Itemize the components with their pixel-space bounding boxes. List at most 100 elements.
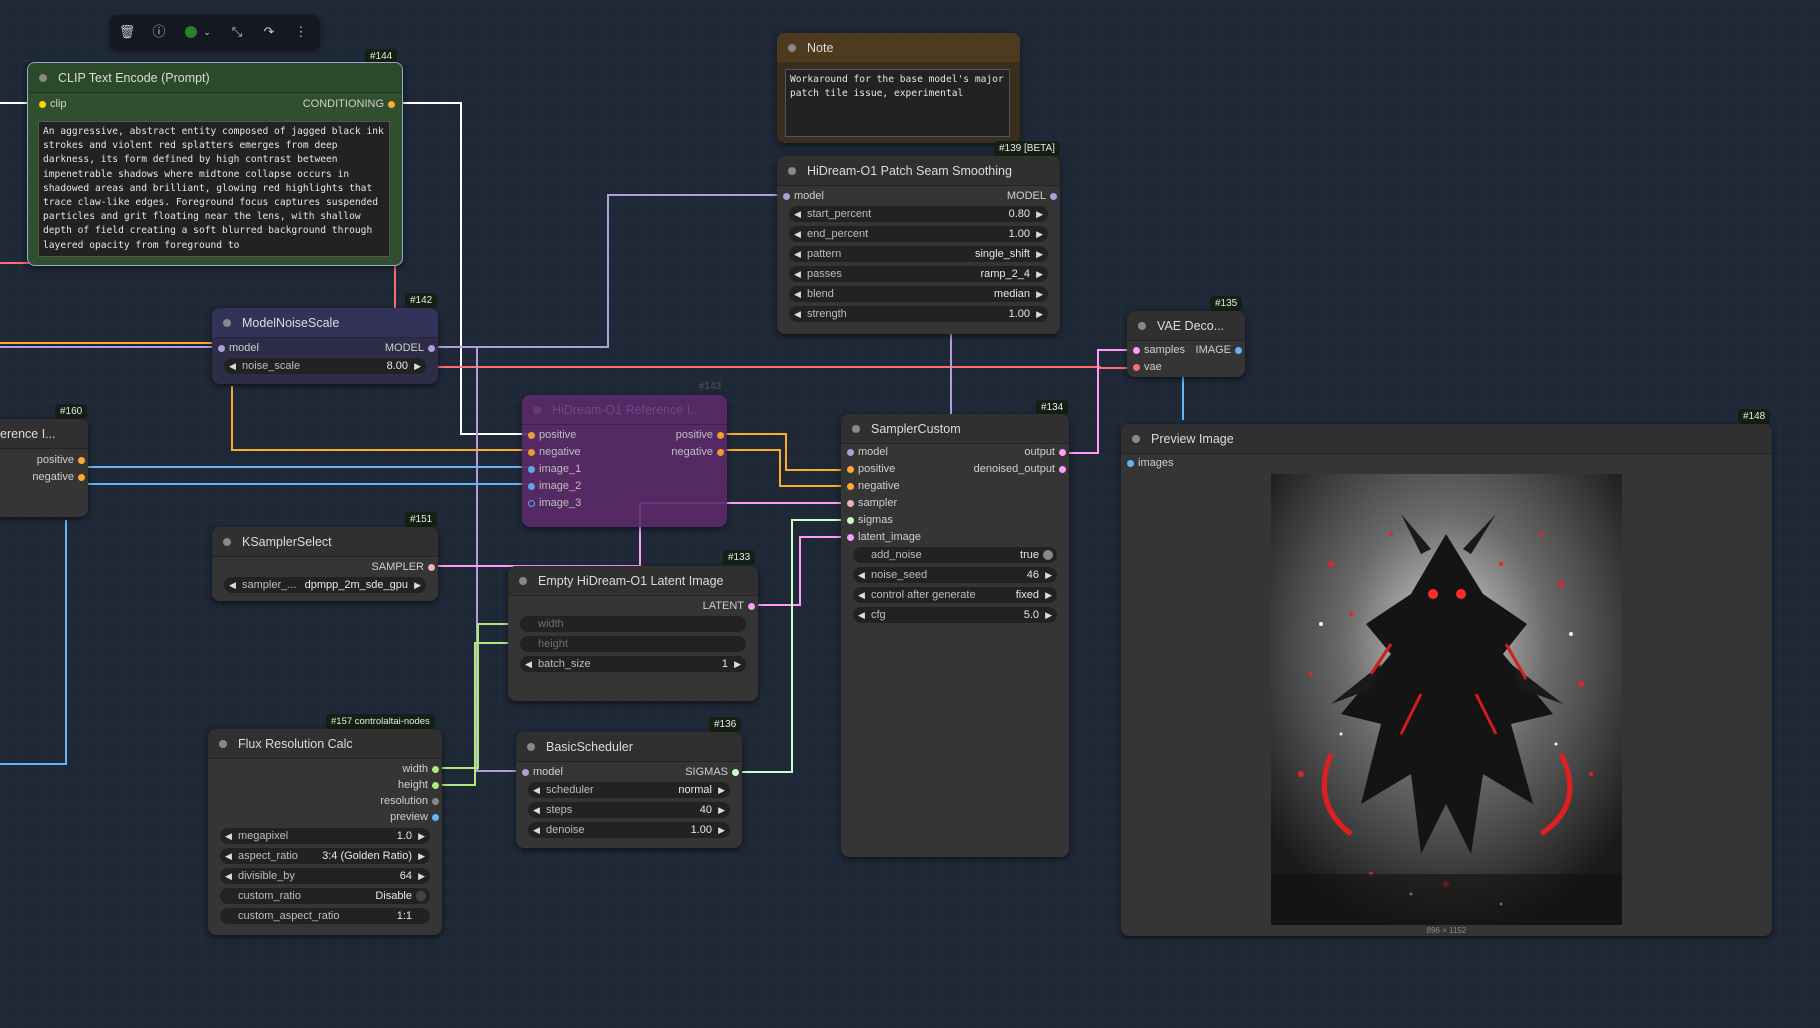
node-clip-text-encode[interactable]: CLIP Text Encode (Prompt) clip CONDITION…: [27, 62, 403, 266]
node-title[interactable]: HiDream-O1 Reference I...: [522, 395, 727, 425]
slot-dot-icon[interactable]: [432, 798, 439, 805]
slot-dot-icon[interactable]: [428, 564, 435, 571]
slot-dot-icon[interactable]: [783, 193, 790, 200]
node-model-noise-scale[interactable]: ModelNoiseScale model MODEL ◀ noise_scale…: [212, 308, 438, 384]
slot-dot-icon[interactable]: [1059, 449, 1066, 456]
output-negative[interactable]: negative: [32, 469, 88, 485]
widget-custom-ratio[interactable]: custom_ratio Disable: [220, 888, 430, 904]
arrow-right-icon[interactable]: ▶: [1045, 587, 1052, 603]
output-sigmas[interactable]: SIGMAS: [685, 764, 742, 780]
widget-strength[interactable]: ◀ strength 1.00 ▶: [789, 306, 1048, 322]
toggle-knob-icon[interactable]: [1043, 550, 1053, 560]
widget-megapixel[interactable]: ◀ megapixel 1.0 ▶: [220, 828, 430, 844]
node-title[interactable]: Note: [777, 33, 1020, 63]
collapse-dot-icon[interactable]: [527, 743, 535, 751]
slot-dot-icon[interactable]: [1133, 347, 1140, 354]
output-width[interactable]: width: [402, 761, 442, 777]
arrow-left-icon[interactable]: ◀: [794, 206, 801, 222]
node-preview-image[interactable]: Preview Image images 896 × 1152: [1121, 424, 1772, 936]
output-conditioning[interactable]: CONDITIONING: [303, 96, 398, 112]
arrow-right-icon[interactable]: ▶: [1036, 226, 1043, 242]
input-sigmas[interactable]: sigmas: [844, 512, 893, 528]
output-image[interactable]: IMAGE: [1196, 342, 1245, 358]
arrow-right-icon[interactable]: ▶: [718, 822, 725, 838]
output-denoised[interactable]: denoised_output: [974, 461, 1069, 477]
slot-dot-icon[interactable]: [847, 449, 854, 456]
slot-dot-icon[interactable]: [39, 101, 46, 108]
arrow-right-icon[interactable]: ▶: [414, 358, 421, 374]
preview-image[interactable]: [1271, 474, 1622, 925]
collapse-dot-icon[interactable]: [533, 406, 541, 414]
slot-dot-icon[interactable]: [847, 534, 854, 541]
slot-dot-icon[interactable]: [1235, 347, 1242, 354]
slot-dot-icon[interactable]: [717, 449, 724, 456]
slot-dot-icon[interactable]: [1127, 460, 1134, 467]
output-positive[interactable]: positive: [676, 427, 727, 443]
node-title[interactable]: SamplerCustom: [841, 414, 1069, 444]
input-positive[interactable]: positive: [844, 461, 895, 477]
slot-dot-icon[interactable]: [717, 432, 724, 439]
input-sampler[interactable]: sampler: [844, 495, 897, 511]
collapse-dot-icon[interactable]: [223, 538, 231, 546]
widget-control-after-generate[interactable]: ◀ control after generate fixed ▶: [853, 587, 1057, 603]
redo-icon[interactable]: ↷: [260, 23, 278, 41]
node-basic-scheduler[interactable]: BasicScheduler model SIGMAS ◀ scheduler no…: [516, 732, 742, 848]
output-preview[interactable]: preview: [390, 809, 442, 825]
arrow-right-icon[interactable]: ▶: [718, 782, 725, 798]
arrow-right-icon[interactable]: ▶: [1036, 286, 1043, 302]
slot-dot-icon[interactable]: [528, 432, 535, 439]
node-flux-resolution-calc[interactable]: Flux Resolution Calc width height resolu…: [208, 729, 442, 935]
node-title[interactable]: KSamplerSelect: [212, 527, 438, 557]
input-model[interactable]: model: [519, 764, 563, 780]
output-model[interactable]: MODEL: [385, 340, 438, 356]
arrow-left-icon[interactable]: ◀: [225, 868, 232, 884]
widget-divisible-by[interactable]: ◀ divisible_by 64 ▶: [220, 868, 430, 884]
collapse-dot-icon[interactable]: [1138, 322, 1146, 330]
collapse-dot-icon[interactable]: [219, 740, 227, 748]
output-sampler[interactable]: SAMPLER: [371, 559, 438, 575]
arrow-left-icon[interactable]: ◀: [229, 358, 236, 374]
output-negative[interactable]: negative: [671, 444, 727, 460]
slot-dot-icon[interactable]: [78, 474, 85, 481]
slot-dot-icon[interactable]: [732, 769, 739, 776]
slot-dot-icon[interactable]: [528, 466, 535, 473]
collapse-dot-icon[interactable]: [852, 425, 860, 433]
output-height[interactable]: height: [398, 777, 442, 793]
input-image-2[interactable]: image_2: [525, 478, 581, 494]
widget-blend[interactable]: ◀ blend median ▶: [789, 286, 1048, 302]
input-model[interactable]: model: [844, 444, 888, 460]
slot-dot-icon[interactable]: [847, 483, 854, 490]
slot-dot-icon[interactable]: [432, 814, 439, 821]
slot-dot-icon[interactable]: [847, 517, 854, 524]
note-textarea[interactable]: Workaround for the base model's major pa…: [785, 69, 1010, 137]
output-resolution[interactable]: resolution: [380, 793, 442, 809]
arrow-right-icon[interactable]: ▶: [418, 848, 425, 864]
node-empty-latent-image[interactable]: Empty HiDream-O1 Latent Image LATENT wid…: [508, 566, 758, 701]
input-negative[interactable]: negative: [844, 478, 900, 494]
slot-dot-icon[interactable]: [847, 500, 854, 507]
arrow-left-icon[interactable]: ◀: [525, 656, 532, 672]
slot-dot-icon[interactable]: [1133, 364, 1140, 371]
collapse-dot-icon[interactable]: [39, 74, 47, 82]
slot-dot-icon[interactable]: [528, 500, 535, 507]
arrow-left-icon[interactable]: ◀: [225, 848, 232, 864]
output-model[interactable]: MODEL: [1007, 188, 1060, 204]
collapse-dot-icon[interactable]: [788, 44, 796, 52]
arrow-left-icon[interactable]: ◀: [225, 828, 232, 844]
arrow-right-icon[interactable]: ▶: [1036, 306, 1043, 322]
node-ksampler-select[interactable]: KSamplerSelect SAMPLER ◀ sampler_... dpmpp…: [212, 527, 438, 601]
arrow-right-icon[interactable]: ▶: [414, 577, 421, 593]
input-latent-image[interactable]: latent_image: [844, 529, 921, 545]
collapse-dot-icon[interactable]: [1132, 435, 1140, 443]
chevron-down-icon[interactable]: ⌄: [198, 23, 216, 41]
arrow-right-icon[interactable]: ▶: [1036, 266, 1043, 282]
arrow-right-icon[interactable]: ▶: [1036, 206, 1043, 222]
slot-dot-icon[interactable]: [388, 101, 395, 108]
widget-aspect-ratio[interactable]: ◀ aspect_ratio 3:4 (Golden Ratio) ▶: [220, 848, 430, 864]
slot-dot-icon[interactable]: [78, 457, 85, 464]
collapse-dot-icon[interactable]: [519, 577, 527, 585]
output-positive[interactable]: positive: [37, 452, 88, 468]
widget-passes[interactable]: ◀ passes ramp_2_4 ▶: [789, 266, 1048, 282]
arrow-left-icon[interactable]: ◀: [794, 286, 801, 302]
input-image-1[interactable]: image_1: [525, 461, 581, 477]
